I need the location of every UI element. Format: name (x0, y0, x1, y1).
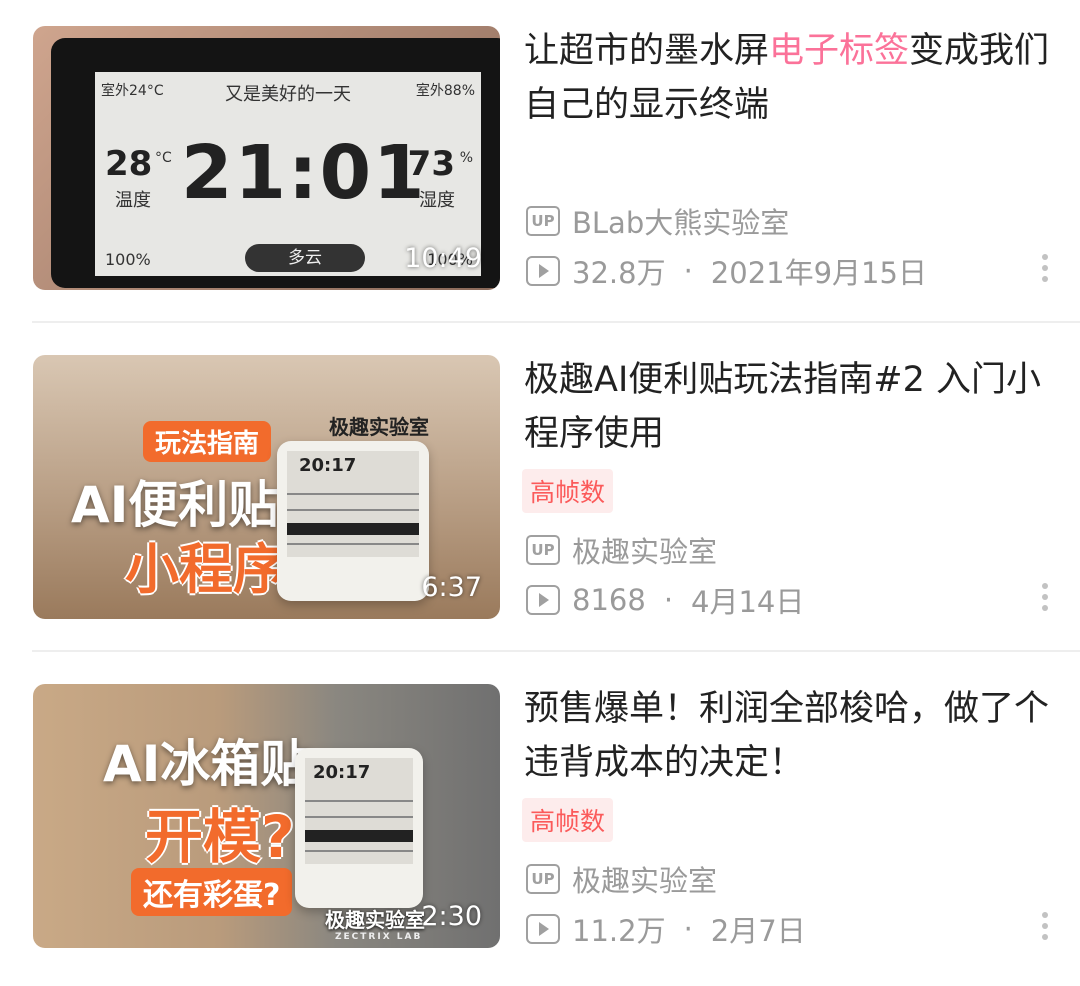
thumb-text: AI冰箱贴 (103, 735, 311, 793)
device-image: 20:17 (295, 748, 423, 908)
play-icon (526, 256, 560, 286)
video-duration: 6:37 (421, 572, 482, 603)
more-icon[interactable] (1042, 912, 1050, 940)
thumb-text: 20:17 (299, 455, 357, 476)
uploader-row[interactable]: UP 极趣实验室 (526, 529, 717, 571)
video-duration: 2:30 (421, 901, 482, 932)
thumb-clock: 21:01 (181, 130, 427, 216)
more-icon[interactable] (1042, 254, 1050, 282)
thumb-text: ZECTRIX LAB (335, 932, 423, 942)
video-thumbnail[interactable]: 玩法指南 极趣实验室 AI便利贴 小程序 20:17 6:37 (33, 355, 500, 619)
thumb-text: 玩法指南 (143, 421, 272, 462)
video-title[interactable]: 极趣AI便利贴玩法指南#2 入门小程序使用 (524, 353, 1064, 461)
video-thumbnail[interactable]: 室外24°C 又是美好的一天 室外88% 21:01 28 °C 温度 73 %… (33, 26, 500, 290)
stats-row: 8168 · 4月14日 (526, 579, 804, 621)
up-icon: UP (526, 864, 560, 894)
divider (32, 321, 1080, 323)
device-image: 20:17 (277, 441, 429, 601)
stats-row: 11.2万 · 2月7日 (526, 908, 806, 950)
thumb-text: 开模? (145, 803, 295, 871)
thumb-text: 100% (105, 250, 151, 269)
view-count: 8168 (572, 583, 646, 617)
uploader-name: BLab大熊实验室 (572, 206, 790, 240)
thumb-text: 多云 (245, 244, 365, 272)
view-count: 11.2万 (572, 914, 666, 948)
quality-tag: 高帧数 (522, 798, 614, 842)
thumb-text: 小程序 (125, 538, 287, 601)
thumb-text: 温度 (115, 190, 151, 211)
divider (32, 650, 1080, 652)
thumb-text: 73 (407, 144, 455, 184)
publish-date: 2月7日 (710, 914, 806, 948)
thumb-text: 湿度 (419, 190, 455, 211)
view-count: 32.8万 (572, 256, 666, 290)
thumb-text: 20:17 (313, 762, 371, 783)
thumb-text: 又是美好的一天 (225, 84, 351, 105)
more-icon[interactable] (1042, 583, 1050, 611)
play-icon (526, 585, 560, 615)
thumb-text: 28 (105, 144, 153, 184)
thumb-text: 室外88% (415, 83, 475, 99)
publish-date: 4月14日 (691, 585, 805, 619)
video-thumbnail[interactable]: AI冰箱贴 开模? 还有彩蛋? 20:17 极趣实验室 ZECTRIX LAB … (33, 684, 500, 948)
thumb-text: % (459, 150, 473, 166)
separator: · (663, 583, 674, 617)
uploader-row[interactable]: UP 极趣实验室 (526, 858, 717, 900)
publish-date: 2021年9月15日 (710, 256, 927, 290)
thumb-text: °C (155, 150, 172, 166)
title-highlight: 电子标签 (769, 31, 910, 71)
uploader-row[interactable]: UP BLab大熊实验室 (526, 200, 789, 242)
thumb-text: 室外24°C (101, 83, 164, 99)
video-card[interactable]: 室外24°C 又是美好的一天 室外88% 21:01 28 °C 温度 73 %… (0, 0, 1080, 328)
video-duration: 10:49 (404, 243, 482, 274)
stats-row: 32.8万 · 2021年9月15日 (526, 250, 927, 292)
separator: · (683, 254, 693, 288)
up-icon: UP (526, 206, 560, 236)
quality-tag: 高帧数 (522, 469, 614, 513)
separator: · (683, 912, 693, 946)
thumb-text: 极趣实验室 (329, 415, 429, 439)
uploader-name: 极趣实验室 (572, 535, 718, 569)
video-card[interactable]: 玩法指南 极趣实验室 AI便利贴 小程序 20:17 6:37 极趣AI便利贴玩… (0, 329, 1080, 657)
video-card[interactable]: AI冰箱贴 开模? 还有彩蛋? 20:17 极趣实验室 ZECTRIX LAB … (0, 658, 1080, 986)
thumb-text: 还有彩蛋? (131, 868, 293, 916)
up-icon: UP (526, 535, 560, 565)
play-icon (526, 914, 560, 944)
video-title[interactable]: 预售爆单！利润全部梭哈，做了个违背成本的决定！ (524, 682, 1064, 790)
title-text: 让超市的墨水屏 (524, 31, 770, 71)
video-title[interactable]: 让超市的墨水屏电子标签变成我们自己的显示终端 (524, 24, 1064, 132)
thumb-text: 极趣实验室 (325, 908, 425, 932)
uploader-name: 极趣实验室 (572, 864, 718, 898)
